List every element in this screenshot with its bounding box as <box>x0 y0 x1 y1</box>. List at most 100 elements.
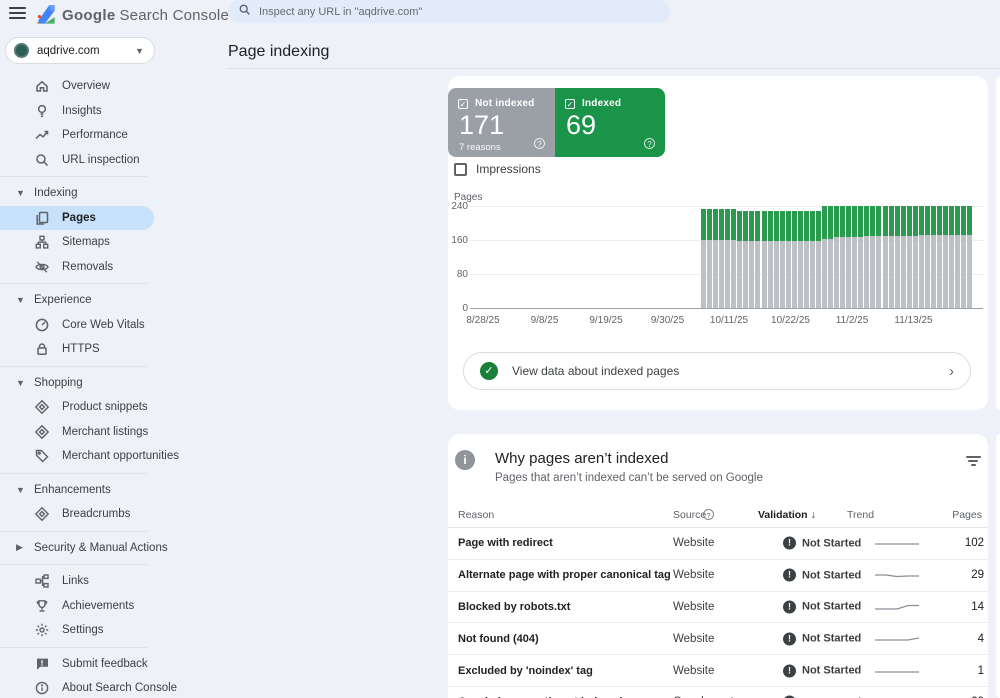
table-row-alternate-page-with-proper-canonical-tag[interactable]: Alternate page with proper canonical tag… <box>448 560 988 592</box>
not-indexed-bar-segment <box>876 236 881 308</box>
sidebar-item-achievements[interactable]: Achievements <box>0 594 228 619</box>
sidebar-item-removals[interactable]: Removals <box>0 255 228 280</box>
trend-sparkline <box>875 601 919 613</box>
exclamation-circle-icon: ! <box>783 569 796 582</box>
not-indexed-summary-chip[interactable]: ✓ Not indexed 171 7 reasons ? <box>448 88 555 157</box>
core-web-vitals-icon <box>34 317 50 333</box>
indexed-summary-chip[interactable]: ✓ Indexed 69 ? <box>555 88 665 157</box>
indexed-bar-segment <box>755 211 760 241</box>
sidebar-item-overview[interactable]: Overview <box>0 74 228 99</box>
help-icon[interactable]: ? <box>703 509 714 520</box>
unchecked-checkbox-icon[interactable] <box>454 163 467 176</box>
url-inspect-searchbar[interactable] <box>228 0 670 23</box>
sidebar-section-experience[interactable]: ▼Experience <box>0 288 228 313</box>
indexed-bar-segment <box>876 206 881 236</box>
help-icon[interactable]: ? <box>534 138 545 149</box>
checked-checkbox-icon[interactable]: ✓ <box>458 99 468 109</box>
sidebar-item-sitemaps[interactable]: Sitemaps <box>0 230 228 255</box>
sidebar-divider <box>0 176 148 177</box>
validation-status: Not Started <box>802 601 861 613</box>
property-selector[interactable]: aqdrive.com ▼ <box>5 37 155 64</box>
sidebar-section-shopping[interactable]: ▼Shopping <box>0 371 228 396</box>
help-icon[interactable]: ? <box>644 138 655 149</box>
sidebar-item-links[interactable]: Links <box>0 569 228 594</box>
chart-bar <box>786 211 791 308</box>
table-row-not-found-404[interactable]: Not found (404)Website!Not Started4 <box>448 623 988 655</box>
validation-cell: !Not Started <box>783 632 861 645</box>
column-header-source[interactable]: Source <box>673 509 706 521</box>
sidebar-item-settings[interactable]: Settings <box>0 618 228 643</box>
column-header-trend[interactable]: Trend <box>847 509 874 521</box>
sidebar-item-about-search-console[interactable]: About Search Console <box>0 676 228 698</box>
column-header-reason[interactable]: Reason <box>458 509 494 521</box>
sidebar-item-pages[interactable]: Pages <box>0 206 154 231</box>
indexed-bar-segment <box>762 211 767 241</box>
chart-bar <box>737 211 742 308</box>
indexed-bar-segment <box>840 206 845 237</box>
sidebar-divider <box>0 564 148 565</box>
x-tick-label: 8/28/25 <box>466 315 499 326</box>
table-row-page-with-redirect[interactable]: Page with redirectWebsite!Not Started102 <box>448 528 988 560</box>
table-row-blocked-by-robots-txt[interactable]: Blocked by robots.txtWebsite!Not Started… <box>448 592 988 624</box>
chart-bar <box>780 211 785 308</box>
indexed-bar-segment <box>804 211 809 241</box>
not-indexed-bar-segment <box>725 240 730 308</box>
not-indexed-bar-segment <box>810 241 815 308</box>
impressions-checkbox[interactable]: Impressions <box>454 162 541 176</box>
checked-checkbox-icon[interactable]: ✓ <box>565 99 575 109</box>
y-tick-label: 0 <box>448 303 468 314</box>
indexed-bar-segment <box>925 206 930 235</box>
sidebar-item-label: Overview <box>62 80 110 92</box>
sidebar-item-core-web-vitals[interactable]: Core Web Vitals <box>0 313 228 338</box>
sidebar-section-label: Shopping <box>34 377 83 389</box>
sidebar-item-submit-feedback[interactable]: Submit feedback <box>0 652 228 677</box>
url-inspect-input[interactable] <box>259 6 660 18</box>
table-row-crawled-currently-not-indexed[interactable]: Crawled - currently not indexedGoogle sy… <box>448 687 988 698</box>
sidebar-item-performance[interactable]: Performance <box>0 123 228 148</box>
sidebar-item-merchant-opportunities[interactable]: Merchant opportunities <box>0 444 228 469</box>
indexed-bar-segment <box>955 206 960 235</box>
brand-title: GoogleSearch Console <box>62 7 229 24</box>
chart-bar <box>961 206 966 308</box>
chart-bar <box>810 211 815 308</box>
chart-bar <box>774 211 779 308</box>
sidebar-item-url-inspection[interactable]: URL inspection <box>0 148 228 173</box>
sidebar-item-breadcrumbs[interactable]: Breadcrumbs <box>0 502 228 527</box>
sidebar-item-product-snippets[interactable]: Product snippets <box>0 395 228 420</box>
indexed-bar-segment <box>852 206 857 237</box>
trend-sparkline <box>875 665 919 677</box>
sidebar-item-https[interactable]: HTTPS <box>0 337 228 362</box>
source-cell: Website <box>673 601 714 613</box>
sidebar-item-merchant-listings[interactable]: Merchant listings <box>0 420 228 445</box>
search-icon <box>34 152 50 168</box>
sidebar-item-label: About Search Console <box>62 682 177 694</box>
brand-product: Search Console <box>119 7 229 24</box>
sidebar-section-enhancements[interactable]: ▼Enhancements <box>0 478 228 503</box>
sidebar-section-security-manual-actions[interactable]: ▶Security & Manual Actions <box>0 536 228 561</box>
sidebar-item-insights[interactable]: Insights <box>0 99 228 124</box>
chart-bar <box>937 206 942 308</box>
indexed-bar-segment <box>798 211 803 241</box>
sidebar-section-indexing[interactable]: ▼Indexing <box>0 181 228 206</box>
sidebar-item-label: Core Web Vitals <box>62 319 145 331</box>
chart-bar <box>768 211 773 308</box>
not-indexed-bar-segment <box>840 237 845 308</box>
column-header-pages[interactable]: Pages <box>952 509 982 521</box>
not-indexed-bar-segment <box>907 236 912 308</box>
not-indexed-bar-segment <box>762 241 767 308</box>
x-tick-label: 11/2/25 <box>836 315 869 326</box>
indexed-bar-segment <box>828 206 833 238</box>
table-row-excluded-by-noindex-tag[interactable]: Excluded by 'noindex' tagWebsite!Not Sta… <box>448 655 988 687</box>
menu-hamburger-icon[interactable] <box>9 7 26 20</box>
indexed-bar-segment <box>846 206 851 237</box>
reason-cell: Not found (404) <box>458 633 539 645</box>
chart-bar <box>889 206 894 308</box>
filter-icon[interactable] <box>964 456 982 470</box>
validation-status: Not Started <box>802 537 861 549</box>
sidebar-divider <box>0 531 148 532</box>
view-indexed-data-button[interactable]: ✓ View data about indexed pages › <box>463 352 971 390</box>
not-indexed-bar-segment <box>931 235 936 308</box>
sidebar-item-label: Insights <box>62 105 102 117</box>
sidebar-divider <box>0 647 148 648</box>
column-header-validation[interactable]: Validation ↓ <box>758 509 816 521</box>
